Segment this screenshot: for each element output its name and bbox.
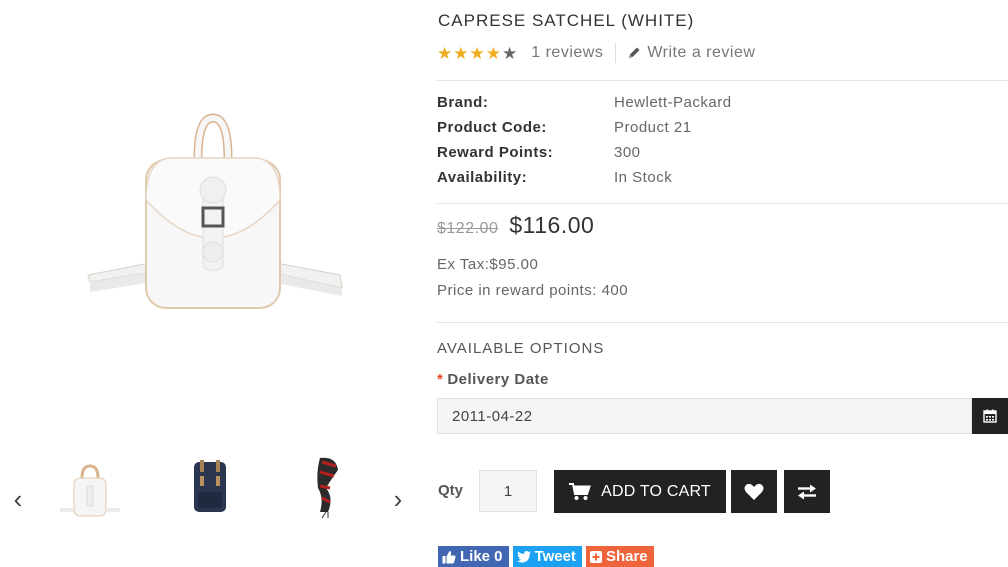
star-filled-icon: ★ [485, 43, 501, 63]
current-price: $116.00 [509, 212, 595, 238]
add-to-cart-button[interactable]: ADD TO CART [554, 470, 726, 513]
thumbnail-navy-backpack[interactable] [160, 448, 260, 548]
product-info-list: Brand: Hewlett-Packard Product Code: Pro… [437, 94, 1008, 194]
share-button[interactable]: Share [585, 546, 654, 567]
qty-input[interactable] [479, 470, 537, 512]
star-filled-icon: ★ [453, 43, 469, 63]
product-title: CAPRESE SATCHEL (WHITE) [438, 11, 695, 30]
qty-label: Qty [438, 482, 464, 499]
exchange-arrows-icon [798, 484, 816, 499]
delivery-date-input[interactable] [437, 398, 972, 434]
plus-square-icon [589, 550, 602, 563]
product-details: CAPRESE SATCHEL (WHITE) ★ ★ ★ ★ ★ 1 revi… [437, 0, 1008, 567]
options-heading: AVAILABLE OPTIONS [437, 340, 605, 357]
add-to-wishlist-button[interactable] [731, 470, 777, 513]
delivery-date-label-text: Delivery Date [447, 371, 549, 388]
ex-tax-price: Ex Tax:$95.00 [437, 256, 539, 273]
info-label: Product Code: [437, 119, 547, 136]
thumbnail-plaid-scarf[interactable] [280, 448, 380, 548]
thumbnail-carousel: ‹ › [0, 448, 420, 548]
social-share-bar: Like 0 Tweet Share [438, 546, 654, 567]
divider [437, 322, 1008, 323]
info-value: Product 21 [614, 119, 692, 136]
star-filled-icon: ★ [469, 43, 485, 63]
share-label: Share [605, 548, 648, 565]
info-value: In Stock [614, 169, 673, 186]
thumbs-up-icon [442, 550, 456, 563]
price-row: $122.00 $116.00 [437, 212, 594, 239]
reviews-count-link[interactable]: 1 reviews [531, 44, 603, 62]
divider [615, 43, 617, 63]
reward-points-price: Price in reward points: 400 [437, 282, 629, 299]
tweet-button[interactable]: Tweet [512, 546, 582, 567]
write-review-link[interactable]: Write a review [627, 44, 755, 62]
divider [437, 203, 1008, 204]
pencil-icon [629, 47, 640, 58]
prev-arrow-icon[interactable]: ‹ [6, 484, 30, 514]
star-empty-icon: ★ [502, 43, 518, 63]
info-row-product-code: Product Code: Product 21 [437, 119, 1008, 144]
info-row-availability: Availability: In Stock [437, 169, 1008, 194]
old-price: $122.00 [437, 220, 499, 237]
info-row-reward-points: Reward Points: 300 [437, 144, 1008, 169]
next-arrow-icon[interactable]: › [386, 484, 410, 514]
calendar-button[interactable] [972, 398, 1008, 434]
facebook-like-button[interactable]: Like 0 [438, 546, 509, 567]
info-label: Reward Points: [437, 144, 554, 161]
star-rating: ★ ★ ★ ★ ★ [437, 45, 517, 62]
calendar-icon [983, 409, 997, 423]
rating-row: ★ ★ ★ ★ ★ 1 reviews Write a review [437, 42, 755, 64]
tweet-label: Tweet [534, 548, 576, 565]
shopping-cart-icon [569, 482, 591, 500]
divider [437, 80, 1008, 81]
required-marker: * [437, 371, 444, 388]
twitter-bird-icon [516, 550, 531, 562]
info-value: 300 [614, 144, 641, 161]
add-to-cart-label: ADD TO CART [601, 482, 711, 500]
info-label: Availability: [437, 169, 528, 186]
delivery-date-label: * Delivery Date [437, 371, 549, 388]
heart-icon [744, 483, 764, 500]
info-label: Brand: [437, 94, 489, 111]
thumbnail-white-satchel[interactable] [40, 448, 140, 548]
brand-link[interactable]: Hewlett-Packard [614, 94, 732, 119]
info-row-brand: Brand: Hewlett-Packard [437, 94, 1008, 119]
write-review-label: Write a review [647, 44, 756, 61]
star-filled-icon: ★ [437, 43, 453, 63]
main-product-image[interactable] [70, 110, 360, 320]
facebook-like-label: Like 0 [460, 548, 503, 565]
compare-button[interactable] [784, 470, 830, 513]
